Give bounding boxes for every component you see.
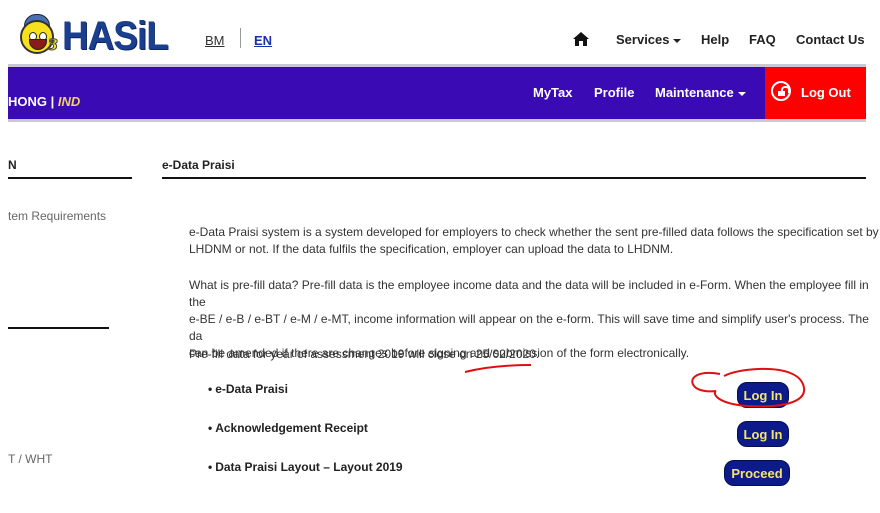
list-item-e-data-praisi: • e-Data Praisi bbox=[208, 382, 288, 396]
logo-text: HASiL bbox=[62, 14, 169, 58]
language-bm-link[interactable]: BM bbox=[205, 33, 225, 48]
hasil-logo[interactable]: ɜ HASiL bbox=[14, 10, 174, 66]
top-header: ɜ HASiL BM EN Services Help FAQ Contact … bbox=[0, 0, 880, 66]
layout-proceed-button[interactable]: Proceed bbox=[724, 460, 790, 486]
sidebar-divider bbox=[8, 177, 132, 179]
sidebar-item-system-requirements[interactable]: tem Requirements bbox=[8, 209, 106, 223]
intro-paragraph: e-Data Praisi system is a system develop… bbox=[189, 225, 879, 256]
acknowledgement-login-button[interactable]: Log In bbox=[737, 421, 789, 447]
section-title: e-Data Praisi bbox=[162, 158, 235, 172]
bullet: • bbox=[208, 382, 213, 396]
user-identity: HONG | IND bbox=[8, 94, 80, 109]
list-item-acknowledgement-receipt: • Acknowledgement Receipt bbox=[208, 421, 368, 435]
list-item-layout: • Data Praisi Layout – Layout 2019 bbox=[208, 460, 403, 474]
home-icon[interactable] bbox=[572, 31, 590, 47]
sidebar-item-wht[interactable]: T / WHT bbox=[8, 452, 52, 466]
sidebar-title: N bbox=[8, 158, 17, 172]
item-label: e-Data Praisi bbox=[215, 382, 288, 396]
annotation-underline bbox=[464, 364, 532, 373]
maintenance-label: Maintenance bbox=[655, 85, 734, 100]
services-label: Services bbox=[616, 32, 670, 47]
section-divider bbox=[162, 177, 866, 179]
item-label: Acknowledgement Receipt bbox=[215, 421, 368, 435]
main-nav-shadow bbox=[8, 119, 866, 122]
user-name: HONG bbox=[8, 94, 47, 109]
unlock-icon bbox=[771, 81, 791, 101]
services-menu[interactable]: Services bbox=[616, 32, 681, 47]
annotation-circle bbox=[691, 367, 806, 408]
help-link[interactable]: Help bbox=[701, 32, 729, 47]
item-label: Data Praisi Layout – Layout 2019 bbox=[215, 460, 403, 474]
mascot-e-glyph: ɜ bbox=[48, 30, 59, 57]
contact-us-link[interactable]: Contact Us bbox=[796, 32, 865, 47]
language-separator bbox=[240, 28, 241, 48]
nav-mytax[interactable]: MyTax bbox=[533, 85, 573, 100]
user-type: IND bbox=[57, 94, 81, 109]
caret-down-icon bbox=[737, 91, 746, 96]
mascot-mouth-icon bbox=[29, 39, 47, 50]
faq-link[interactable]: FAQ bbox=[749, 32, 776, 47]
bullet: • bbox=[208, 421, 213, 435]
logout-label: Log Out bbox=[801, 85, 851, 100]
sidebar-divider bbox=[8, 327, 109, 329]
language-en-link[interactable]: EN bbox=[254, 33, 272, 48]
nav-profile[interactable]: Profile bbox=[594, 85, 634, 100]
deadline-paragraph: Pre-fill data for year of assessment 201… bbox=[189, 347, 540, 361]
bullet: • bbox=[208, 460, 213, 474]
caret-down-icon bbox=[672, 38, 681, 43]
logout-button[interactable]: Log Out bbox=[765, 67, 866, 119]
nav-maintenance[interactable]: Maintenance bbox=[655, 85, 746, 100]
user-separator: | bbox=[50, 94, 55, 109]
